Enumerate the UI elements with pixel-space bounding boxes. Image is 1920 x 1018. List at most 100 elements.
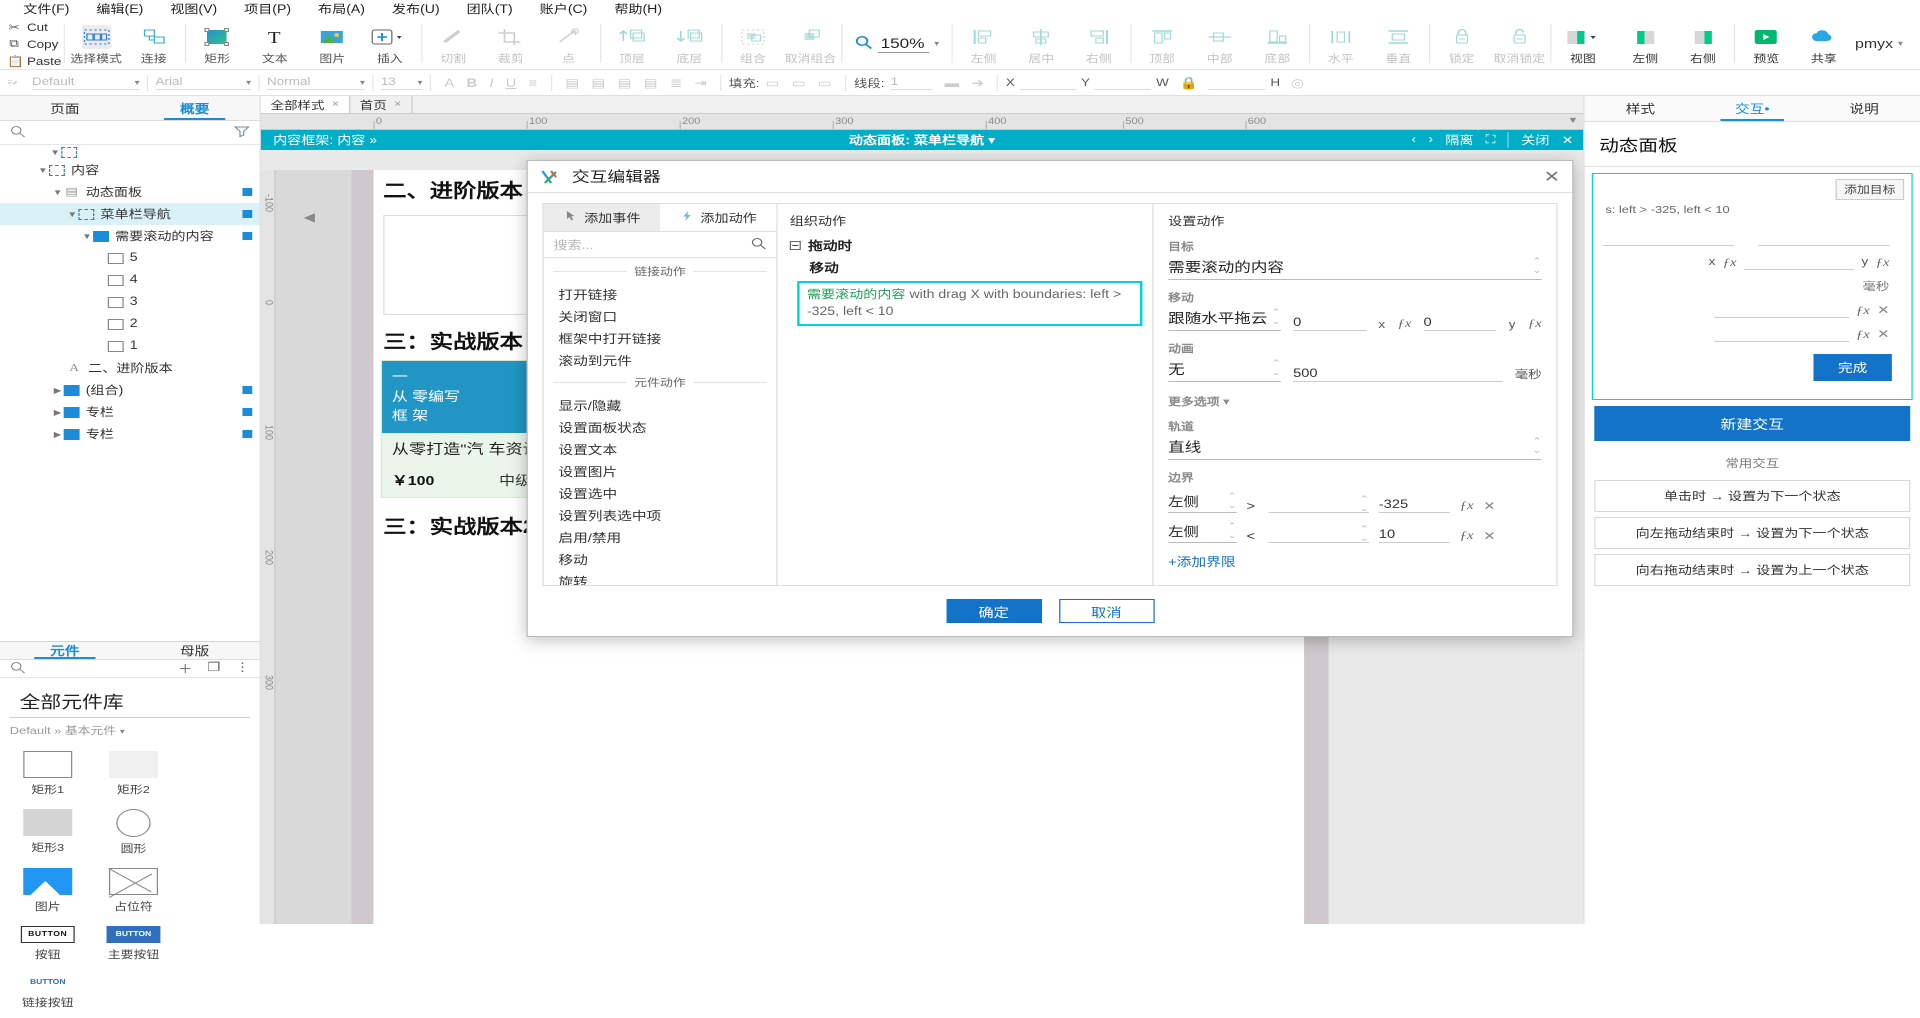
chevron-updown-icon[interactable]: ⌃ ⌄ <box>1360 525 1369 543</box>
isolate-icon[interactable]: ⛶ <box>1486 134 1496 147</box>
action-set-image[interactable]: 设置图片 <box>544 460 777 482</box>
indent-icon[interactable]: ⇥ <box>688 76 713 90</box>
distribute-v-button[interactable]: 垂直 <box>1370 23 1428 68</box>
tab-outline[interactable]: 概要 <box>130 96 260 120</box>
fx-icon[interactable]: ƒx <box>1460 528 1474 543</box>
action-show-hide[interactable]: 显示/隐藏 <box>544 394 777 416</box>
duration-input[interactable]: 500 <box>1293 365 1503 382</box>
align-top-button[interactable]: 顶部 <box>1133 23 1191 68</box>
tree-row-text-advanced[interactable]: A 二、进阶版本 <box>0 357 260 379</box>
bold-icon[interactable]: B <box>460 76 483 90</box>
line-style-icon[interactable]: ▬ <box>938 76 965 90</box>
bound-input-2[interactable] <box>1713 326 1849 342</box>
tab-notes[interactable]: 说明 <box>1808 96 1920 121</box>
font-color-icon[interactable]: A <box>438 76 460 90</box>
event-action-group[interactable]: 移动 <box>778 256 1153 279</box>
shadow-icon[interactable]: ▭ <box>812 76 838 90</box>
done-button[interactable]: 完成 <box>1813 354 1892 381</box>
tree-row-dynamic-panel[interactable]: ▼ ▤ 动态面板 <box>0 181 260 203</box>
library-item-primary-button[interactable]: BUTTON 主要按钮 <box>91 920 177 968</box>
remove-bound-icon[interactable]: ✕ <box>1483 499 1495 513</box>
tree-row-menu-nav[interactable]: ▼ 菜单栏导航 <box>0 203 260 225</box>
style-apply-icon[interactable] <box>0 70 24 95</box>
menu-item-account[interactable]: 账户(C) <box>526 1 601 17</box>
lock-aspect-icon[interactable]: 🔒 <box>1174 76 1205 90</box>
unlock-button[interactable]: 取消锁定 <box>1491 23 1549 68</box>
preview-button[interactable]: 预览 <box>1738 23 1796 68</box>
x-input[interactable] <box>1019 75 1077 90</box>
line-height-icon[interactable]: ≣ <box>664 76 689 90</box>
target-select[interactable]: 需要滚动的内容 ⌃ ⌄ <box>1168 254 1542 280</box>
close-icon[interactable]: × <box>394 99 401 110</box>
arrow-style-icon[interactable]: ➔ <box>965 76 990 90</box>
tab-widgets[interactable]: 元件 <box>0 642 130 659</box>
add-library-icon[interactable]: ＋ <box>178 660 193 677</box>
action-scroll-to-widget[interactable]: 滚动到元件 <box>544 349 777 371</box>
close-icon[interactable]: × <box>332 99 339 110</box>
tab-masters[interactable]: 母版 <box>130 642 260 659</box>
ungroup-button[interactable]: 取消组合 <box>782 23 840 68</box>
interaction-value-input[interactable] <box>1602 230 1734 246</box>
send-back-button[interactable]: 底层 <box>661 23 719 68</box>
rectangle-button[interactable]: 矩形 <box>188 23 246 68</box>
underline-icon[interactable]: U <box>500 76 523 90</box>
share-button[interactable]: 共享 <box>1795 23 1853 68</box>
menu-item-edit[interactable]: 编辑(E) <box>83 1 157 17</box>
bound-input[interactable] <box>1713 302 1849 318</box>
library-item-rect3[interactable]: 矩形3 <box>5 803 91 862</box>
common-interaction-item[interactable]: 向左拖动结束时 → 设置为下一个状态 <box>1594 517 1911 549</box>
text-button[interactable]: T 文本 <box>246 23 304 68</box>
tree-row-group[interactable]: ▶ (组合) <box>0 379 260 401</box>
ruler-collapse-icon[interactable]: ▼ <box>1567 115 1578 125</box>
align-middle-button[interactable]: 中部 <box>1191 23 1249 68</box>
fill-color-icon[interactable]: ▭ <box>760 76 786 90</box>
tab-interactions[interactable]: 交互 • <box>1696 96 1808 121</box>
chevron-updown-icon[interactable]: ⌃ ⌄ <box>1228 521 1237 540</box>
select-mode-button[interactable]: 选择模式 <box>67 23 125 68</box>
menu-item-help[interactable]: 帮助(H) <box>601 1 676 17</box>
outline-search[interactable] <box>0 121 260 145</box>
fx-icon[interactable]: ƒx <box>1528 316 1542 331</box>
interaction-target-card[interactable]: 添加目标 s: left > -325, left < 10 x ƒx y ƒx <box>1591 173 1913 400</box>
cancel-button[interactable]: 取消 <box>1058 599 1155 623</box>
library-item-rect2[interactable]: 矩形2 <box>91 745 177 803</box>
move-y-input[interactable]: 0 <box>1423 314 1497 331</box>
w-input[interactable] <box>1209 75 1266 90</box>
italic-icon[interactable]: I <box>483 76 499 90</box>
library-item-rect1[interactable]: 矩形1 <box>5 745 91 803</box>
align-center-button[interactable]: 居中 <box>1012 23 1070 68</box>
connect-button[interactable]: 连接 <box>125 23 183 68</box>
picker-search[interactable]: 搜索... <box>543 232 777 258</box>
menu-item-file[interactable]: 文件(F) <box>10 1 83 17</box>
tree-row-item-3[interactable]: 3 <box>0 291 260 313</box>
font-size-field[interactable]: 13 ▾ <box>373 70 429 95</box>
action-open-in-frame[interactable]: 框架中打开链接 <box>544 327 777 349</box>
fx-icon[interactable]: ƒx <box>1723 255 1737 270</box>
user-menu[interactable]: pmyx ▾ <box>1855 36 1920 51</box>
axis-input[interactable] <box>1743 254 1855 270</box>
track-select[interactable]: 直线 ⌃ ⌄ <box>1168 434 1542 460</box>
search-icon[interactable] <box>751 237 767 253</box>
library-item-circle[interactable]: 圆形 <box>91 803 177 862</box>
copy-button[interactable]: ⧉ Copy <box>7 37 64 52</box>
font-family-field[interactable]: Arial ▾ <box>148 70 258 95</box>
chevron-down-icon[interactable]: ▾ <box>934 39 939 48</box>
lock-button[interactable]: 锁定 <box>1433 23 1491 68</box>
visibility-icon[interactable]: ◎ <box>1285 76 1310 90</box>
action-set-selected[interactable]: 设置选中 <box>544 482 777 504</box>
tab-style[interactable]: 样式 <box>1585 96 1697 121</box>
isolate-button[interactable]: 隔离 <box>1445 132 1473 148</box>
manage-library-icon[interactable]: ❐ <box>207 660 220 677</box>
insert-button[interactable]: 插入 <box>361 23 419 68</box>
tree-row-content[interactable]: ▼ 内容 <box>0 159 260 181</box>
chevron-updown-icon[interactable]: ⌃ ⌄ <box>1532 257 1541 275</box>
action-move[interactable]: 移动 <box>544 548 777 570</box>
close-icon[interactable]: ✕ <box>1544 167 1560 187</box>
crop-button[interactable]: 裁剪 <box>482 23 540 68</box>
menu-item-publish[interactable]: 发布(U) <box>378 1 453 17</box>
bound-spinner-1[interactable]: ⌃ ⌄ <box>1268 495 1369 513</box>
bring-front-button[interactable]: 顶层 <box>603 23 661 68</box>
cut-shape-button[interactable]: 切割 <box>424 23 482 68</box>
canvas-tab-home[interactable]: 首页 × <box>350 96 413 113</box>
group-button[interactable]: 组合 <box>724 23 782 68</box>
